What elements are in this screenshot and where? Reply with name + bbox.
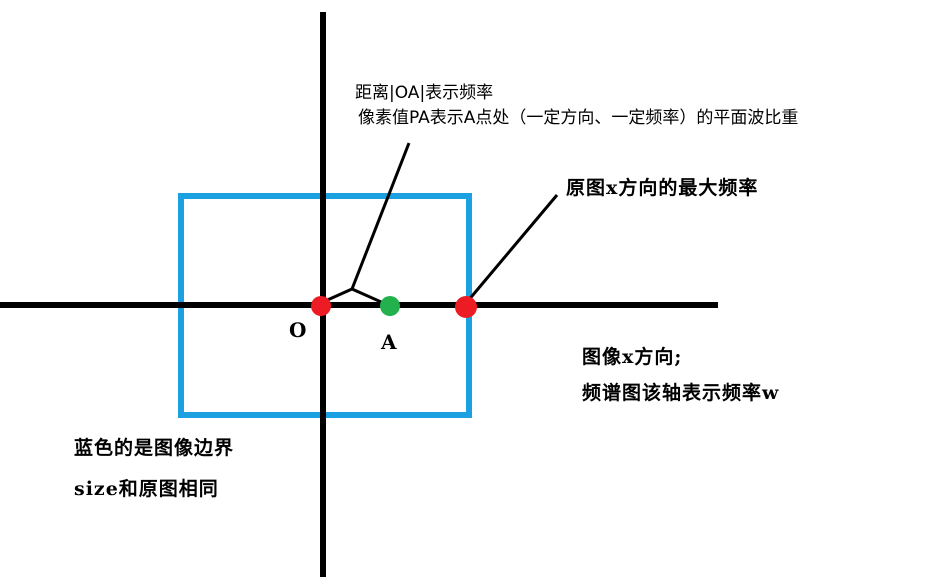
oa-pointer-line [350, 142, 411, 290]
a-point [380, 296, 400, 316]
a-label: A [381, 330, 397, 354]
blue-boundary-label: 蓝色的是图像边界 [74, 437, 235, 459]
origin-point [311, 296, 331, 316]
distance-label: 距离|OA|表示频率 [355, 83, 494, 103]
max-frequency-point [455, 296, 477, 318]
frequency-axis-label: 频谱图该轴表示频率w [582, 382, 780, 404]
origin-label: O [289, 318, 307, 342]
x-direction-label: 图像x方向; [582, 346, 683, 368]
pixel-value-label: 像素值PA表示A点处（一定方向、一定频率）的平面波比重 [358, 108, 799, 128]
size-same-label: size和原图相同 [74, 478, 219, 500]
max-frequency-label: 原图x方向的最大频率 [566, 177, 759, 199]
max-freq-pointer-line [465, 194, 559, 303]
